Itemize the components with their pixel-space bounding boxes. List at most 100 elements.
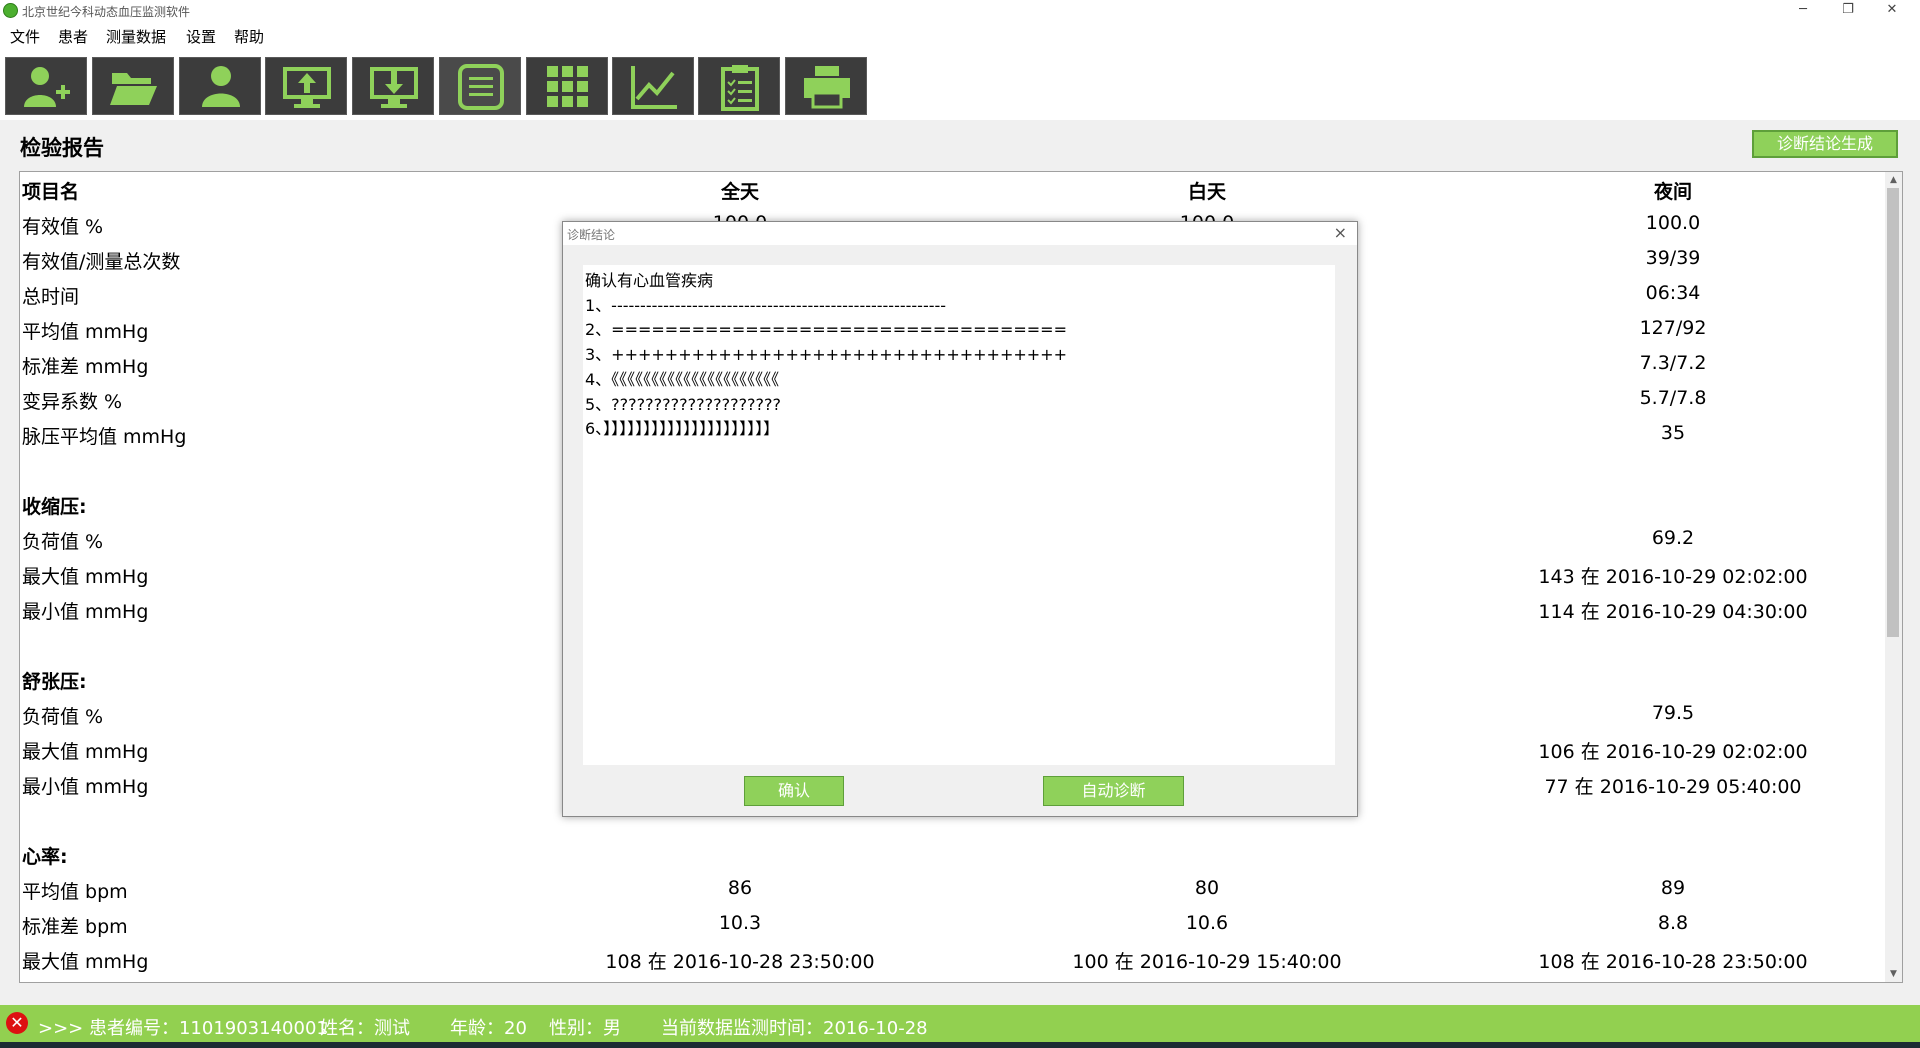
- dialog-title: 诊断结论: [567, 228, 616, 242]
- cell-night: 35: [1660, 422, 1686, 444]
- menu-settings[interactable]: 设置: [186, 26, 216, 48]
- scroll-up-arrow-icon[interactable]: ▲: [1885, 172, 1902, 188]
- row-label: 负荷值 %: [22, 531, 104, 553]
- header-daytime: 白天: [1187, 181, 1226, 203]
- toolbar: [0, 52, 1920, 120]
- cell-night: 106 在 2016-10-29 02:02:00: [1538, 741, 1808, 763]
- cell-night: 79.5: [1651, 702, 1695, 724]
- patient-age: 年龄：20: [450, 1018, 527, 1039]
- list-icon: [458, 64, 504, 110]
- monitor-download-icon: [370, 67, 418, 108]
- generate-diagnosis-button[interactable]: 诊断结论生成: [1752, 130, 1898, 158]
- taskbar: [0, 1042, 1920, 1048]
- cell-night: 7.3/7.2: [1639, 352, 1707, 374]
- header-night: 夜间: [1653, 181, 1692, 203]
- print-button[interactable]: [785, 57, 867, 115]
- chart-button[interactable]: [612, 57, 694, 115]
- printer-icon: [804, 66, 850, 109]
- cell-all-day: 10.3: [718, 912, 762, 934]
- menu-measurement-data[interactable]: 测量数据: [106, 26, 166, 48]
- row-label: 最小值 mmHg: [22, 776, 149, 798]
- close-button[interactable]: ✕: [1870, 0, 1914, 22]
- diagnosis-dialog: 诊断结论 × 确认有心血管疾病 1、----------------------…: [562, 221, 1358, 817]
- cell-night: 06:34: [1645, 282, 1701, 304]
- scroll-thumb[interactable]: [1887, 188, 1899, 637]
- row-label: 平均值 mmHg: [22, 321, 149, 343]
- dialog-title-bar: 诊断结论 ×: [563, 222, 1357, 245]
- section-header: 心率:: [20, 837, 1884, 872]
- user-icon: [202, 66, 240, 107]
- row-label: 收缩压:: [22, 496, 87, 518]
- auto-diagnose-button[interactable]: 自动诊断: [1043, 776, 1184, 806]
- menu-bar: 文件 患者 测量数据 设置 帮助: [0, 22, 1920, 52]
- row-label: 标准差 mmHg: [22, 356, 149, 378]
- scroll-down-arrow-icon[interactable]: ▼: [1885, 966, 1902, 982]
- cell-night: 89: [1660, 877, 1686, 899]
- table-row: 平均值 bpm 86 80 89: [20, 872, 1884, 907]
- vertical-scrollbar[interactable]: ▲ ▼: [1885, 172, 1902, 982]
- cell-night: 69.2: [1651, 527, 1695, 549]
- row-label: 总时间: [22, 286, 80, 308]
- cell-night: 108 在 2016-10-28 23:50:00: [1538, 951, 1808, 973]
- open-button[interactable]: [92, 57, 174, 115]
- header-item-name: 项目名: [22, 181, 80, 203]
- row-label: 平均值 bpm: [22, 881, 128, 903]
- cell-night: 143 在 2016-10-29 02:02:00: [1538, 566, 1808, 588]
- minimize-button[interactable]: ─: [1781, 0, 1825, 22]
- download-button[interactable]: [352, 57, 434, 115]
- report-title: 检验报告: [20, 136, 104, 160]
- folder-open-icon: [110, 73, 157, 105]
- row-label: 最小值 mmHg: [22, 601, 149, 623]
- report-button[interactable]: [698, 57, 780, 115]
- row-label: 标准差 bpm: [22, 916, 128, 938]
- row-label: 最大值 mmHg: [22, 566, 149, 588]
- grid-icon: [547, 66, 588, 107]
- cell-night: 8.8: [1657, 912, 1689, 934]
- diagnosis-text-area[interactable]: 确认有心血管疾病 1、-----------------------------…: [583, 265, 1335, 765]
- cell-night: 39/39: [1645, 247, 1701, 269]
- clipboard-icon: [721, 65, 759, 111]
- row-label: 心率:: [22, 846, 68, 868]
- cell-night: 5.7/7.8: [1639, 387, 1707, 409]
- title-bar: 北京世纪今科动态血压监测软件 ─ ❐ ✕: [0, 0, 1920, 22]
- cell-night: 114 在 2016-10-29 04:30:00: [1538, 601, 1808, 623]
- confirm-button[interactable]: 确认: [744, 776, 844, 806]
- status-bar: ✕ >>> 患者编号：1101903140001 姓名：测试 年龄：20 性别：…: [0, 1005, 1920, 1042]
- dialog-close-icon[interactable]: ×: [1334, 223, 1347, 242]
- table-row: 最大值 mmHg 108 在 2016-10-28 23:50:00 100 在 2…: [20, 942, 1884, 977]
- menu-help[interactable]: 帮助: [234, 26, 264, 48]
- line-chart-icon: [631, 66, 677, 109]
- error-icon: ✕: [6, 1012, 28, 1034]
- add-patient-button[interactable]: [5, 57, 87, 115]
- cell-all-day: 108 在 2016-10-28 23:50:00: [605, 951, 875, 973]
- add-user-icon: [24, 67, 70, 107]
- patient-name: 姓名：测试: [320, 1018, 410, 1039]
- upload-button[interactable]: [265, 57, 347, 115]
- cell-daytime: 100 在 2016-10-29 15:40:00: [1072, 951, 1342, 973]
- patient-sex: 性别：男: [549, 1018, 621, 1039]
- row-label: 负荷值 %: [22, 706, 104, 728]
- row-label: 变异系数 %: [22, 391, 123, 413]
- row-label: 最大值 mmHg: [22, 741, 149, 763]
- cell-all-day: 86: [727, 877, 753, 899]
- cell-daytime: 10.6: [1185, 912, 1229, 934]
- row-label: 有效值/测量总次数: [22, 251, 181, 273]
- cell-night: 100.0: [1645, 212, 1701, 234]
- cell-night: 127/92: [1639, 317, 1707, 339]
- cell-night: 77 在 2016-10-29 05:40:00: [1544, 776, 1802, 798]
- patient-id: >>> 患者编号：1101903140001: [38, 1018, 328, 1039]
- window-title: 北京世纪今科动态血压监测软件: [22, 5, 191, 19]
- grid-button[interactable]: [526, 57, 608, 115]
- cell-daytime: 80: [1194, 877, 1220, 899]
- header-all-day: 全天: [720, 181, 759, 203]
- monitor-time: 当前数据监测时间：2016-10-28: [661, 1018, 928, 1039]
- menu-patient[interactable]: 患者: [58, 26, 88, 48]
- list-button[interactable]: [439, 57, 521, 115]
- row-label: 舒张压:: [22, 671, 87, 693]
- row-label: 有效值 %: [22, 216, 104, 238]
- table-header: 项目名 全天 白天 夜间: [20, 172, 1884, 207]
- patient-button[interactable]: [179, 57, 261, 115]
- menu-file[interactable]: 文件: [10, 26, 40, 48]
- maximize-button[interactable]: ❐: [1826, 0, 1870, 22]
- row-label: 最大值 mmHg: [22, 951, 149, 973]
